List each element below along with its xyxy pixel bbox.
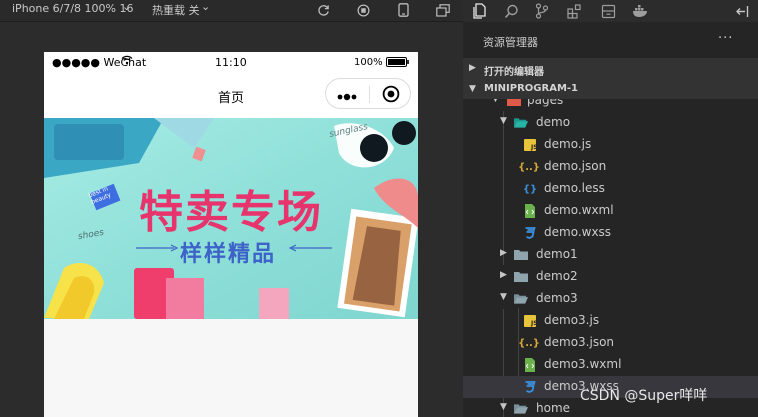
explorer-files-icon[interactable] [468, 0, 490, 22]
tree-file-demo3-js[interactable]: JS demo3.js [463, 310, 758, 332]
hot-reload-caret[interactable]: ⌄ [201, 0, 210, 13]
tree-item-label: demo3.json [544, 335, 615, 349]
device-selector-caret[interactable]: ⌄ [122, 0, 131, 13]
folder-open-icon [514, 402, 528, 416]
js-file-icon: JS [523, 314, 537, 328]
tree-file-demo-wxss[interactable]: demo.wxss [463, 222, 758, 244]
tree-item-label: demo.less [544, 181, 605, 195]
wxss-file-icon [523, 380, 537, 394]
open-editors-section[interactable]: ▶ 打开的编辑器 [463, 58, 758, 80]
chevron-right-icon: ▶ [500, 270, 507, 280]
phone-icon[interactable] [395, 1, 411, 19]
tree-item-label: demo3.wxml [544, 357, 622, 371]
tree-item-label: demo2 [536, 269, 578, 283]
watermark-text: CSDN @Super咩咩 [580, 388, 708, 404]
project-section[interactable]: ▼ MINIPROGRAM-1 [463, 80, 758, 99]
tree-item-label: home [536, 401, 571, 415]
simulator-panel: iPhone 6/7/8 100% 16 ⌄ 热重载 关 ⌄ ●●●●● WeC… [0, 0, 463, 417]
tree-item-label: demo.wxss [544, 225, 612, 239]
device-selector[interactable]: iPhone 6/7/8 100% 16 [12, 2, 133, 15]
battery-icon [386, 57, 410, 70]
hot-reload-toggle[interactable]: 热重载 关 [152, 2, 200, 18]
tree-file-demo3-wxml[interactable]: demo3.wxml [463, 354, 758, 376]
activity-bar [463, 0, 758, 22]
source-control-icon[interactable] [531, 0, 553, 22]
ide-sidebar: 资源管理器 ··· ▶ 打开的编辑器 ▼ MINIPROGRAM-1 ▼ pag… [463, 0, 758, 417]
explorer-title: 资源管理器 [483, 36, 538, 49]
folder-icon [514, 270, 528, 284]
svg-text:JS: JS [530, 320, 537, 327]
folder-open-icon [507, 99, 521, 108]
wxml-file-icon [523, 358, 537, 372]
simulator-canvas: ●●●●● WeChat 11:10 100% 首页 特卖专场 样样精品 sun… [0, 22, 463, 417]
docker-whale-icon[interactable] [629, 0, 651, 22]
project-label: MINIPROGRAM-1 [484, 83, 578, 94]
tree-item-label: demo.wxml [544, 203, 614, 217]
close-miniprogram-icon[interactable] [382, 85, 400, 107]
tree-item-label: demo.json [544, 159, 607, 173]
tree-folder-demo2[interactable]: ▶ demo2 [463, 266, 758, 288]
less-file-icon: {} [522, 183, 538, 195]
tree-file-demo-less[interactable]: {} demo.less [463, 178, 758, 200]
tree-folder-demo1[interactable]: ▶ demo1 [463, 244, 758, 266]
svg-text:JS: JS [530, 144, 537, 151]
chevron-down-icon: ▼ [469, 84, 476, 94]
tree-item-label: demo3 [536, 291, 578, 305]
banner-subline: 样样精品 [180, 242, 277, 267]
capsule-menu [325, 78, 411, 109]
cloud-storage-icon[interactable] [597, 0, 619, 22]
refresh-icon[interactable] [315, 1, 331, 19]
json-file-icon: {..} [518, 161, 540, 173]
js-file-icon: JS [523, 138, 537, 152]
chevron-down-icon: ▼ [500, 292, 507, 302]
chevron-right-icon: ▶ [469, 63, 476, 73]
tree-file-demo-js[interactable]: JS demo.js [463, 134, 758, 156]
tree-file-demo3-json[interactable]: {..} demo3.json [463, 332, 758, 354]
promo-banner[interactable]: 特卖专场 样样精品 sunglass best in beauty shoes [44, 118, 418, 319]
clock-label: 11:10 [215, 56, 247, 69]
stop-icon[interactable] [355, 1, 371, 19]
simulator-toolbar: iPhone 6/7/8 100% 16 ⌄ 热重载 关 ⌄ [0, 0, 463, 22]
json-file-icon: {..} [518, 337, 540, 349]
more-menu-icon[interactable] [337, 88, 359, 107]
search-icon[interactable] [500, 0, 522, 22]
tree-file-demo-json[interactable]: {..} demo.json [463, 156, 758, 178]
tree-folder-pages[interactable]: ▼ pages [463, 99, 758, 112]
tree-item-label: pages [527, 99, 564, 107]
phone-screen: ●●●●● WeChat 11:10 100% 首页 特卖专场 样样精品 sun… [44, 52, 418, 417]
file-tree: ▼ pages ▼ demo JS demo.js {..} demo.json… [463, 99, 758, 417]
popout-window-icon[interactable] [435, 1, 451, 19]
tree-item-label: demo3.js [544, 313, 600, 327]
folder-icon [514, 248, 528, 262]
battery-label: 100% [354, 57, 383, 68]
chevron-right-icon: ▶ [500, 248, 507, 258]
tree-folder-demo3[interactable]: ▼ demo3 [463, 288, 758, 310]
tree-item-label: demo1 [536, 247, 578, 261]
chevron-down-icon: ▼ [500, 402, 507, 412]
explorer-header: 资源管理器 ··· [463, 22, 758, 58]
capsule-divider [369, 86, 370, 103]
chevron-down-icon: ▼ [492, 99, 499, 104]
wifi-icon [121, 55, 133, 68]
open-editors-label: 打开的编辑器 [484, 67, 544, 78]
tree-item-label: demo.js [544, 137, 592, 151]
phone-status-bar: ●●●●● WeChat 11:10 100% [44, 52, 418, 72]
tree-folder-demo[interactable]: ▼ demo [463, 112, 758, 134]
folder-open-icon [514, 292, 528, 306]
banner-headline: 特卖专场 [139, 187, 323, 238]
extensions-icon[interactable] [563, 0, 585, 22]
wxml-file-icon [523, 204, 537, 218]
collapse-panel-icon[interactable] [731, 0, 753, 22]
tree-file-demo-wxml[interactable]: demo.wxml [463, 200, 758, 222]
tree-item-label: demo [536, 115, 571, 129]
folder-open-icon [514, 116, 528, 130]
wxss-file-icon [523, 226, 537, 240]
page-navigation-bar: 首页 [44, 72, 418, 118]
chevron-down-icon: ▼ [500, 116, 507, 126]
explorer-more-button[interactable]: ··· [718, 31, 733, 46]
